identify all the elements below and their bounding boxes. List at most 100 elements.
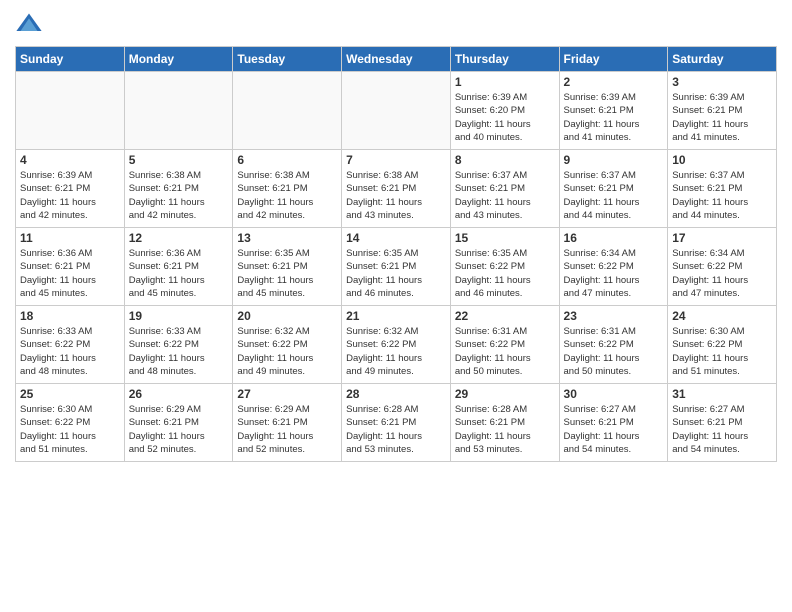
day-number: 19: [129, 309, 229, 323]
day-header-sunday: Sunday: [16, 47, 125, 72]
calendar-cell: 17 Sunrise: 6:34 AMSunset: 6:22 PMDayligh…: [668, 228, 777, 306]
day-number: 4: [20, 153, 120, 167]
day-info: Sunrise: 6:36 AMSunset: 6:21 PMDaylight:…: [129, 247, 229, 300]
calendar-table: SundayMondayTuesdayWednesdayThursdayFrid…: [15, 46, 777, 462]
calendar-cell: 6 Sunrise: 6:38 AMSunset: 6:21 PMDaylight…: [233, 150, 342, 228]
calendar-cell: 9 Sunrise: 6:37 AMSunset: 6:21 PMDaylight…: [559, 150, 668, 228]
day-number: 11: [20, 231, 120, 245]
day-info: Sunrise: 6:35 AMSunset: 6:21 PMDaylight:…: [346, 247, 446, 300]
day-info: Sunrise: 6:37 AMSunset: 6:21 PMDaylight:…: [455, 169, 555, 222]
calendar-cell: 16Sunrise: 6:34 AMSunset: 6:22 PMDayligh…: [559, 228, 668, 306]
day-info: Sunrise: 6:32 AMSunset: 6:22 PMDaylight:…: [237, 325, 337, 378]
day-info: Sunrise: 6:33 AMSunset: 6:22 PMDaylight:…: [20, 325, 120, 378]
day-number: 27: [237, 387, 337, 401]
day-number: 5: [129, 153, 229, 167]
calendar-cell: 2 Sunrise: 6:39 AMSunset: 6:21 PMDaylight…: [559, 72, 668, 150]
day-number: 16: [564, 231, 664, 245]
day-number: 3: [672, 75, 772, 89]
calendar-cell: 23Sunrise: 6:31 AMSunset: 6:22 PMDayligh…: [559, 306, 668, 384]
calendar-cell: 24Sunrise: 6:30 AMSunset: 6:22 PMDayligh…: [668, 306, 777, 384]
calendar-cell: 12 Sunrise: 6:36 AMSunset: 6:21 PMDayligh…: [124, 228, 233, 306]
day-info: Sunrise: 6:38 AMSunset: 6:21 PMDaylight:…: [346, 169, 446, 222]
calendar-header-row: SundayMondayTuesdayWednesdayThursdayFrid…: [16, 47, 777, 72]
day-number: 14: [346, 231, 446, 245]
calendar-cell: 21 Sunrise: 6:32 AMSunset: 6:22 PMDayligh…: [342, 306, 451, 384]
day-number: 1: [455, 75, 555, 89]
day-info: Sunrise: 6:28 AMSunset: 6:21 PMDaylight:…: [346, 403, 446, 456]
day-header-thursday: Thursday: [450, 47, 559, 72]
day-info: Sunrise: 6:31 AMSunset: 6:22 PMDaylight:…: [455, 325, 555, 378]
calendar-week-5: 25 Sunrise: 6:30 AMSunset: 6:22 PMDayligh…: [16, 384, 777, 462]
day-info: Sunrise: 6:29 AMSunset: 6:21 PMDaylight:…: [129, 403, 229, 456]
calendar-cell: [342, 72, 451, 150]
day-info: Sunrise: 6:30 AMSunset: 6:22 PMDaylight:…: [20, 403, 120, 456]
calendar-cell: 27Sunrise: 6:29 AMSunset: 6:21 PMDayligh…: [233, 384, 342, 462]
day-number: 2: [564, 75, 664, 89]
day-info: Sunrise: 6:39 AMSunset: 6:20 PMDaylight:…: [455, 91, 555, 144]
day-info: Sunrise: 6:35 AMSunset: 6:21 PMDaylight:…: [237, 247, 337, 300]
calendar-cell: 28 Sunrise: 6:28 AMSunset: 6:21 PMDayligh…: [342, 384, 451, 462]
day-header-wednesday: Wednesday: [342, 47, 451, 72]
calendar-cell: 11 Sunrise: 6:36 AMSunset: 6:21 PMDayligh…: [16, 228, 125, 306]
calendar-cell: 7 Sunrise: 6:38 AMSunset: 6:21 PMDaylight…: [342, 150, 451, 228]
day-info: Sunrise: 6:37 AMSunset: 6:21 PMDaylight:…: [672, 169, 772, 222]
calendar-week-2: 4Sunrise: 6:39 AMSunset: 6:21 PMDaylight…: [16, 150, 777, 228]
day-number: 24: [672, 309, 772, 323]
calendar-cell: 14 Sunrise: 6:35 AMSunset: 6:21 PMDayligh…: [342, 228, 451, 306]
day-number: 25: [20, 387, 120, 401]
day-info: Sunrise: 6:38 AMSunset: 6:21 PMDaylight:…: [237, 169, 337, 222]
calendar-cell: 26 Sunrise: 6:29 AMSunset: 6:21 PMDayligh…: [124, 384, 233, 462]
day-number: 18: [20, 309, 120, 323]
day-info: Sunrise: 6:39 AMSunset: 6:21 PMDaylight:…: [672, 91, 772, 144]
main-container: SundayMondayTuesdayWednesdayThursdayFrid…: [0, 0, 792, 472]
day-info: Sunrise: 6:32 AMSunset: 6:22 PMDaylight:…: [346, 325, 446, 378]
calendar-cell: 31 Sunrise: 6:27 AMSunset: 6:21 PMDayligh…: [668, 384, 777, 462]
day-info: Sunrise: 6:27 AMSunset: 6:21 PMDaylight:…: [672, 403, 772, 456]
day-info: Sunrise: 6:38 AMSunset: 6:21 PMDaylight:…: [129, 169, 229, 222]
calendar-cell: 29 Sunrise: 6:28 AMSunset: 6:21 PMDayligh…: [450, 384, 559, 462]
calendar-cell: 22 Sunrise: 6:31 AMSunset: 6:22 PMDayligh…: [450, 306, 559, 384]
day-header-saturday: Saturday: [668, 47, 777, 72]
day-info: Sunrise: 6:34 AMSunset: 6:22 PMDaylight:…: [672, 247, 772, 300]
day-header-tuesday: Tuesday: [233, 47, 342, 72]
day-info: Sunrise: 6:37 AMSunset: 6:21 PMDaylight:…: [564, 169, 664, 222]
day-number: 21: [346, 309, 446, 323]
day-number: 10: [672, 153, 772, 167]
day-number: 26: [129, 387, 229, 401]
day-info: Sunrise: 6:28 AMSunset: 6:21 PMDaylight:…: [455, 403, 555, 456]
calendar-cell: 15Sunrise: 6:35 AMSunset: 6:22 PMDayligh…: [450, 228, 559, 306]
logo-icon: [15, 10, 43, 38]
calendar-cell: 13 Sunrise: 6:35 AMSunset: 6:21 PMDayligh…: [233, 228, 342, 306]
day-info: Sunrise: 6:33 AMSunset: 6:22 PMDaylight:…: [129, 325, 229, 378]
day-number: 30: [564, 387, 664, 401]
day-info: Sunrise: 6:27 AMSunset: 6:21 PMDaylight:…: [564, 403, 664, 456]
header: [15, 10, 777, 38]
calendar-week-4: 18 Sunrise: 6:33 AMSunset: 6:22 PMDayligh…: [16, 306, 777, 384]
day-number: 12: [129, 231, 229, 245]
day-number: 29: [455, 387, 555, 401]
day-header-friday: Friday: [559, 47, 668, 72]
day-info: Sunrise: 6:31 AMSunset: 6:22 PMDaylight:…: [564, 325, 664, 378]
day-number: 28: [346, 387, 446, 401]
day-number: 7: [346, 153, 446, 167]
calendar-cell: 1 Sunrise: 6:39 AMSunset: 6:20 PMDaylight…: [450, 72, 559, 150]
day-number: 22: [455, 309, 555, 323]
calendar-cell: 10 Sunrise: 6:37 AMSunset: 6:21 PMDayligh…: [668, 150, 777, 228]
day-info: Sunrise: 6:36 AMSunset: 6:21 PMDaylight:…: [20, 247, 120, 300]
calendar-week-3: 11 Sunrise: 6:36 AMSunset: 6:21 PMDayligh…: [16, 228, 777, 306]
day-number: 15: [455, 231, 555, 245]
day-number: 6: [237, 153, 337, 167]
calendar-cell: 19 Sunrise: 6:33 AMSunset: 6:22 PMDayligh…: [124, 306, 233, 384]
calendar-cell: 30 Sunrise: 6:27 AMSunset: 6:21 PMDayligh…: [559, 384, 668, 462]
day-number: 17: [672, 231, 772, 245]
day-number: 9: [564, 153, 664, 167]
day-info: Sunrise: 6:39 AMSunset: 6:21 PMDaylight:…: [564, 91, 664, 144]
day-number: 8: [455, 153, 555, 167]
day-number: 31: [672, 387, 772, 401]
calendar-cell: 20 Sunrise: 6:32 AMSunset: 6:22 PMDayligh…: [233, 306, 342, 384]
day-number: 13: [237, 231, 337, 245]
logo: [15, 10, 47, 38]
calendar-cell: 3 Sunrise: 6:39 AMSunset: 6:21 PMDaylight…: [668, 72, 777, 150]
day-number: 20: [237, 309, 337, 323]
calendar-cell: [16, 72, 125, 150]
